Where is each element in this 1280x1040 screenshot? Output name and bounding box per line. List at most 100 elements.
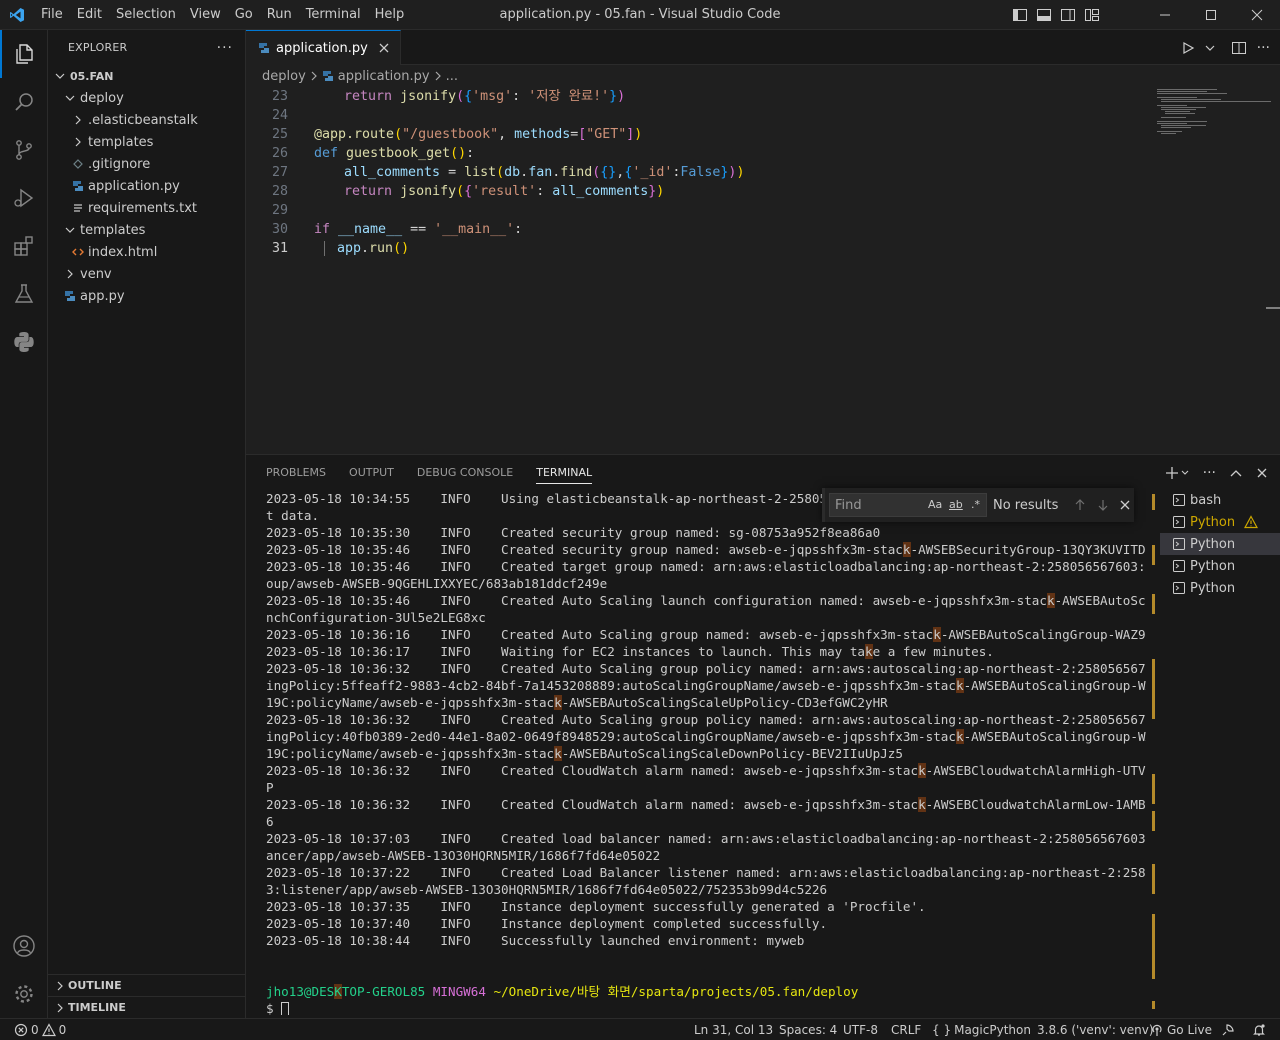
maximize-panel-icon[interactable] <box>1230 467 1242 479</box>
encoding[interactable]: UTF-8 <box>843 1019 878 1040</box>
close-tab-icon[interactable] <box>378 42 390 54</box>
cursor-position[interactable]: Ln 31, Col 13 <box>694 1019 773 1040</box>
testing-icon[interactable] <box>0 270 48 318</box>
python-icon[interactable] <box>0 318 48 366</box>
tree-folder-deploy[interactable]: deploy <box>48 87 245 109</box>
search-icon[interactable] <box>0 78 48 126</box>
tree-folder-templates-deploy[interactable]: templates <box>48 131 245 153</box>
arrow-down-icon[interactable] <box>1096 498 1110 512</box>
terminal-line: 2023-05-18 10:34:55 INFO Using elasticbe… <box>266 491 873 506</box>
menu-help[interactable]: Help <box>368 0 412 30</box>
chevron-right-icon <box>310 71 318 81</box>
new-terminal-icon[interactable] <box>1165 466 1189 480</box>
problems-status[interactable]: 0 0 <box>14 1019 66 1040</box>
terminal-item-python-2[interactable]: Python <box>1160 533 1280 555</box>
activity-bar <box>0 30 48 1018</box>
notifications-bell-icon[interactable] <box>1252 1019 1266 1040</box>
use-regex-toggle[interactable]: .* <box>971 498 980 511</box>
terminal-icon <box>1172 537 1186 551</box>
tab-terminal[interactable]: TERMINAL <box>536 455 592 490</box>
extensions-icon[interactable] <box>0 222 48 270</box>
warning-icon <box>1244 515 1258 529</box>
broadcast-icon <box>1150 1023 1164 1037</box>
more-actions-icon[interactable]: ··· <box>1257 40 1270 56</box>
close-window-icon[interactable] <box>1234 0 1280 30</box>
error-icon <box>14 1023 28 1037</box>
tree-file-requirements[interactable]: requirements.txt <box>48 197 245 219</box>
maximize-icon[interactable] <box>1188 0 1234 30</box>
tree-folder-venv[interactable]: venv <box>48 263 245 285</box>
go-live-button[interactable]: Go Live <box>1150 1019 1212 1040</box>
menu-run[interactable]: Run <box>260 0 299 30</box>
terminal-divider[interactable] <box>1152 489 1155 1011</box>
python-interpreter[interactable]: 3.8.6 ('venv': venv) <box>1037 1019 1154 1040</box>
tree-folder-elasticbeanstalk[interactable]: .elasticbeanstalk <box>48 109 245 131</box>
tab-output[interactable]: OUTPUT <box>349 455 394 490</box>
split-editor-icon[interactable] <box>1231 40 1247 56</box>
accounts-icon[interactable] <box>0 922 48 970</box>
end-of-line[interactable]: CRLF <box>891 1019 921 1040</box>
match-case-toggle[interactable]: Aa <box>928 498 942 511</box>
tree-file-gitignore[interactable]: .gitignore <box>48 153 245 175</box>
breadcrumb-file[interactable]: application.py <box>338 69 430 84</box>
breadcrumb-deploy[interactable]: deploy <box>262 69 306 84</box>
terminal-line: ingPolicy:40fb0389-2ed0-44e1-8a02-0649f8… <box>266 729 1146 744</box>
arrow-up-icon[interactable] <box>1073 498 1087 512</box>
menu-file[interactable]: File <box>34 0 70 30</box>
terminal-input-line[interactable]: $ <box>266 1000 290 1015</box>
menu-bar: File Edit Selection View Go Run Terminal… <box>34 0 411 30</box>
editor-scrollbar[interactable] <box>1266 307 1280 309</box>
terminal-item-python-4[interactable]: Python <box>1160 577 1280 599</box>
tree-file-index-html[interactable]: index.html <box>48 241 245 263</box>
timeline-section[interactable]: TIMELINE <box>48 996 245 1018</box>
menu-view[interactable]: View <box>183 0 228 30</box>
menu-terminal[interactable]: Terminal <box>299 0 368 30</box>
indentation[interactable]: Spaces: 4 <box>779 1019 837 1040</box>
line-number: 30 <box>271 222 288 237</box>
tab-application-py[interactable]: application.py <box>246 30 401 65</box>
gitignore-file-icon <box>70 156 86 172</box>
toggle-primary-sidebar-icon[interactable] <box>1012 7 1028 23</box>
settings-gear-icon[interactable] <box>0 970 48 1018</box>
terminal-item-python-3[interactable]: Python <box>1160 555 1280 577</box>
find-input[interactable]: Find Aa ab .* <box>829 493 987 517</box>
customize-layout-icon[interactable] <box>1084 7 1100 23</box>
menu-selection[interactable]: Selection <box>109 0 183 30</box>
source-control-icon[interactable] <box>0 126 48 174</box>
explorer-more-actions-icon[interactable]: ··· <box>217 40 233 56</box>
language-mode[interactable]: { } MagicPython <box>932 1019 1031 1040</box>
explorer-icon[interactable] <box>0 30 48 78</box>
more-actions-icon[interactable]: ··· <box>1203 465 1216 481</box>
terminal-output[interactable]: 2023-05-18 10:34:55 INFO Using elasticbe… <box>266 490 1146 1015</box>
match-whole-word-toggle[interactable]: ab <box>949 498 963 511</box>
code-editor[interactable]: 23 return jsonify({'msg': '저장 완료!'}) 24 2… <box>246 87 1146 454</box>
run-python-file-icon[interactable] <box>1181 41 1195 55</box>
minimize-icon[interactable] <box>1142 0 1188 30</box>
chevron-down-icon[interactable] <box>1205 43 1215 53</box>
braces-icon: { } <box>932 1023 952 1037</box>
tree-folder-templates[interactable]: templates <box>48 219 245 241</box>
toggle-secondary-sidebar-icon[interactable] <box>1060 7 1076 23</box>
menu-go[interactable]: Go <box>228 0 260 30</box>
minimap[interactable] <box>1151 87 1271 167</box>
terminal-item-bash[interactable]: bash <box>1160 489 1280 511</box>
tree-file-application-py[interactable]: application.py <box>48 175 245 197</box>
panel-actions: ··· <box>1165 455 1268 490</box>
tree-file-app-py[interactable]: app.py <box>48 285 245 307</box>
run-debug-icon[interactable] <box>0 174 48 222</box>
close-panel-icon[interactable] <box>1256 467 1268 479</box>
line-number: 25 <box>271 127 288 142</box>
outline-section[interactable]: OUTLINE <box>48 974 245 996</box>
tab-debug-console[interactable]: DEBUG CONSOLE <box>417 455 513 490</box>
close-find-icon[interactable] <box>1119 499 1131 511</box>
tree-label: 05.FAN <box>70 69 114 83</box>
toggle-panel-icon[interactable] <box>1036 7 1052 23</box>
breadcrumb-symbol[interactable]: ... <box>446 69 458 84</box>
explorer-header: EXPLORER ··· <box>48 30 245 65</box>
menu-edit[interactable]: Edit <box>70 0 109 30</box>
tree-root-05fan[interactable]: 05.FAN <box>48 65 245 87</box>
terminal-tabs-list: bash Python Python Python Python <box>1160 489 1280 599</box>
feedback-icon[interactable] <box>1221 1019 1235 1040</box>
tab-problems[interactable]: PROBLEMS <box>266 455 326 490</box>
terminal-item-python-1[interactable]: Python <box>1160 511 1280 533</box>
